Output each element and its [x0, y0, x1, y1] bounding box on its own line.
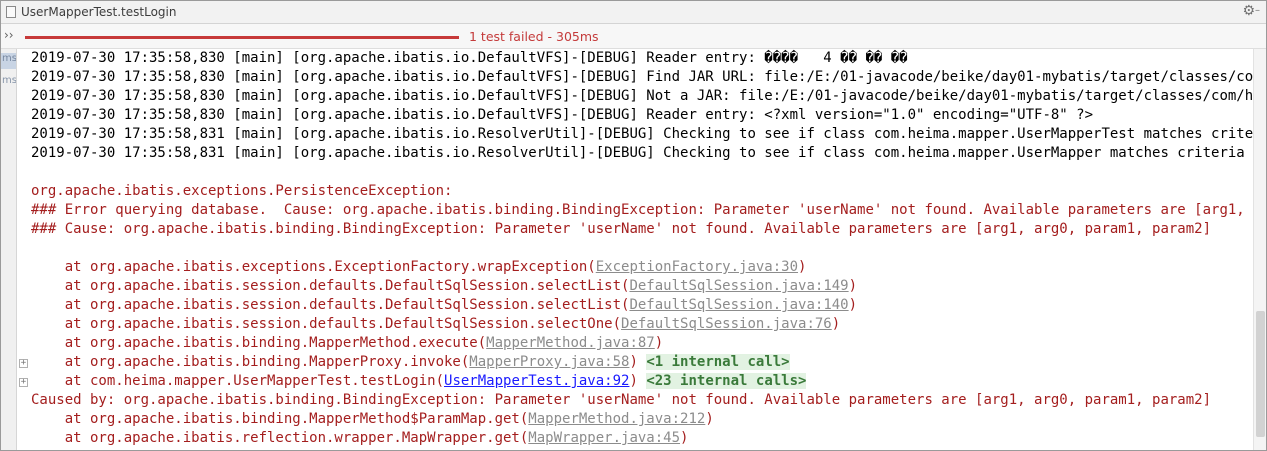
frame-method: at org.apache.ibatis.session.defaults.De…: [31, 278, 630, 294]
log-line: 2019-07-30 17:35:58,830 [main] [org.apac…: [31, 107, 1094, 123]
log-line: 2019-07-30 17:35:58,830 [main] [org.apac…: [31, 88, 1253, 104]
frame-method: at org.apache.ibatis.exceptions.Exceptio…: [31, 259, 596, 275]
left-gutter: ms ms: [1, 49, 17, 450]
frame-suffix: ): [680, 430, 689, 446]
window-title: UserMapperTest.testLogin: [21, 5, 177, 19]
log-line: 2019-07-30 17:35:58,830 [main] [org.apac…: [31, 50, 908, 66]
source-link[interactable]: MapWrapper.java:45: [528, 430, 680, 446]
source-link[interactable]: MapperMethod.java:212: [528, 411, 705, 427]
exception-header: org.apache.ibatis.exceptions.Persistence…: [31, 183, 461, 199]
source-link[interactable]: DefaultSqlSession.java:76: [621, 316, 832, 332]
source-link[interactable]: MapperMethod.java:87: [486, 335, 655, 351]
frame-suffix: ): [629, 354, 647, 370]
double-chevron-icon[interactable]: ››: [4, 28, 14, 42]
vertical-scrollbar[interactable]: [1253, 49, 1266, 450]
stack-frame: at org.apache.ibatis.reflection.wrapper.…: [31, 429, 1253, 448]
stack-frame: at org.apache.ibatis.binding.MapperProxy…: [31, 353, 1253, 372]
frame-method: at org.apache.ibatis.binding.MapperProxy…: [31, 354, 470, 370]
test-config-icon: [6, 6, 16, 18]
console-output[interactable]: 2019-07-30 17:35:58,830 [main] [org.apac…: [31, 49, 1253, 450]
source-link[interactable]: DefaultSqlSession.java:140: [629, 297, 848, 313]
stack-frame: at org.apache.ibatis.session.defaults.De…: [31, 296, 1253, 315]
caused-by-line: Caused by: org.apache.ibatis.binding.Bin…: [31, 392, 1212, 408]
scrollbar-thumb[interactable]: [1256, 311, 1265, 437]
log-line: 2019-07-30 17:35:58,831 [main] [org.apac…: [31, 126, 1253, 142]
frame-suffix: ): [654, 335, 664, 351]
gear-icon: ⚙: [1242, 3, 1255, 19]
exception-error-line: ### Error querying database. Cause: org.…: [31, 202, 1245, 218]
source-link[interactable]: DefaultSqlSession.java:149: [629, 278, 848, 294]
test-progress-row: ›› 1 test failed - 305ms: [1, 24, 1266, 49]
frame-method: at org.apache.ibatis.binding.MapperMetho…: [31, 335, 487, 351]
minimize-icon: –: [1255, 5, 1260, 16]
expand-frames-icon[interactable]: +: [19, 359, 28, 368]
source-link[interactable]: UserMapperTest.java:92: [444, 373, 629, 389]
frame-method: at org.apache.ibatis.session.defaults.De…: [31, 316, 622, 332]
gutter-marker: ms: [1, 53, 16, 69]
frame-method: at org.apache.ibatis.binding.MapperMetho…: [31, 411, 529, 427]
run-tool-window: UserMapperTest.testLogin ⚙– ›› 1 test fa…: [0, 0, 1267, 451]
stack-frame: at org.apache.ibatis.exceptions.Exceptio…: [31, 258, 1253, 277]
expand-frames-icon[interactable]: +: [19, 378, 28, 387]
frame-suffix: ): [848, 297, 858, 313]
gutter-marker: ms: [2, 75, 16, 86]
log-line: 2019-07-30 17:35:58,830 [main] [org.apac…: [31, 69, 1253, 85]
stack-frame: at org.apache.ibatis.binding.MapperMetho…: [31, 410, 1253, 429]
exception-cause-line: ### Cause: org.apache.ibatis.binding.Bin…: [31, 221, 1212, 237]
frame-method: at org.apache.ibatis.session.defaults.De…: [31, 297, 630, 313]
source-link[interactable]: ExceptionFactory.java:30: [596, 259, 798, 275]
frame-method: at org.apache.ibatis.reflection.wrapper.…: [31, 430, 529, 446]
frame-method: at com.heima.mapper.UserMapperTest.testL…: [31, 373, 445, 389]
stack-frame: at org.apache.ibatis.session.defaults.De…: [31, 315, 1253, 334]
stack-frame: at org.apache.ibatis.session.defaults.De…: [31, 277, 1253, 296]
duration: 305ms: [556, 29, 599, 44]
source-link[interactable]: MapperProxy.java:58: [469, 354, 629, 370]
status-separator: -: [543, 29, 557, 44]
failed-count: 1 test failed: [469, 29, 544, 44]
stack-frame: at com.heima.mapper.UserMapperTest.testL…: [31, 372, 1253, 391]
internal-calls-hint[interactable]: <1 internal call>: [646, 354, 790, 370]
internal-calls-hint[interactable]: <23 internal calls>: [646, 373, 807, 389]
frame-suffix: ): [705, 411, 714, 427]
frame-suffix: ): [798, 259, 807, 275]
frame-suffix: ): [831, 316, 841, 332]
frame-suffix: ): [848, 278, 858, 294]
stack-frame: at org.apache.ibatis.binding.MapperMetho…: [31, 334, 1253, 353]
settings-button[interactable]: ⚙–: [1242, 3, 1260, 19]
test-status: 1 test failed - 305ms: [469, 29, 599, 44]
frame-suffix: ): [629, 373, 647, 389]
title-bar: UserMapperTest.testLogin ⚙–: [1, 1, 1266, 24]
log-line: 2019-07-30 17:35:58,831 [main] [org.apac…: [31, 145, 1245, 161]
progress-bar: [25, 36, 459, 39]
